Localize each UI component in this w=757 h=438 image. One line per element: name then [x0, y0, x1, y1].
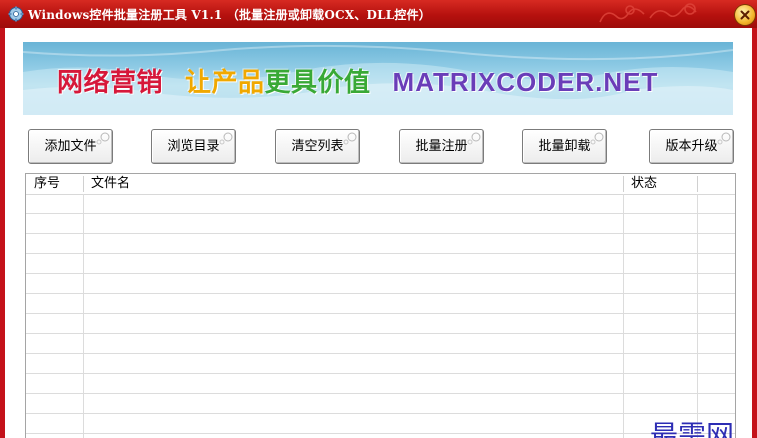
clear-list-button[interactable]: 清空列表	[275, 129, 360, 164]
upgrade-version-label: 版本升级	[665, 139, 718, 154]
app-window: Windows控件批量注册工具 V1.1 （批量注册或卸载OCX、DLL控件）	[0, 0, 757, 438]
batch-unregister-button[interactable]: 批量卸载	[522, 129, 607, 164]
banner-slogan: 网络营销 让产品更具价值 MATRIXCODER.NET	[57, 62, 658, 99]
column-divider[interactable]	[697, 176, 698, 192]
bubble-decoration-icon	[717, 132, 731, 145]
table-row[interactable]	[26, 414, 735, 434]
title-bar[interactable]: Windows控件批量注册工具 V1.1 （批量注册或卸载OCX、DLL控件）	[0, 0, 757, 28]
bubble-decoration-icon	[343, 132, 357, 145]
batch-unregister-label: 批量卸载	[538, 139, 591, 154]
table-row[interactable]	[26, 214, 735, 234]
list-header: 序号 文件名 状态	[26, 174, 735, 195]
table-row[interactable]	[26, 194, 735, 214]
site-watermark: 最需网	[650, 419, 735, 438]
table-row[interactable]	[26, 394, 735, 414]
column-header-filename[interactable]: 文件名	[83, 174, 623, 194]
close-icon	[740, 10, 750, 20]
banner-text-value: 更具价值	[264, 68, 371, 98]
add-file-button[interactable]: 添加文件	[28, 129, 113, 164]
banner-text-site: MATRIXCODER.NET	[392, 67, 659, 97]
batch-register-label: 批量注册	[415, 139, 468, 154]
table-row[interactable]	[26, 254, 735, 274]
bubble-decoration-icon	[219, 132, 233, 145]
close-button[interactable]	[735, 5, 755, 25]
add-file-label: 添加文件	[44, 139, 97, 154]
app-gear-icon	[8, 6, 24, 22]
browse-directory-label: 浏览目录	[167, 139, 220, 154]
table-row[interactable]	[26, 334, 735, 354]
bubble-decoration-icon	[467, 132, 481, 145]
upgrade-version-button[interactable]: 版本升级	[649, 129, 734, 164]
file-list-view[interactable]: 序号 文件名 状态	[25, 173, 736, 438]
table-row[interactable]	[26, 274, 735, 294]
clear-list-label: 清空列表	[291, 139, 344, 154]
bubble-decoration-icon	[96, 132, 110, 145]
bubble-decoration-icon	[590, 132, 604, 145]
table-row[interactable]	[26, 314, 735, 334]
batch-register-button[interactable]: 批量注册	[399, 129, 484, 164]
banner-text-network-marketing: 网络营销	[57, 68, 164, 98]
column-header-index[interactable]: 序号	[26, 174, 83, 194]
cloud-pattern-decoration	[599, 3, 697, 23]
window-title: Windows控件批量注册工具 V1.1 （批量注册或卸载OCX、DLL控件）	[28, 8, 431, 22]
browse-directory-button[interactable]: 浏览目录	[151, 129, 236, 164]
table-row[interactable]	[26, 374, 735, 394]
table-row[interactable]	[26, 234, 735, 254]
table-row[interactable]	[26, 294, 735, 314]
main-panel: 网络营销 让产品更具价值 MATRIXCODER.NET 添加文件 浏览目录 清空列…	[5, 28, 752, 438]
banner-text-product: 让产品	[185, 68, 265, 98]
column-header-status[interactable]: 状态	[623, 174, 697, 194]
advertising-banner[interactable]: 网络营销 让产品更具价值 MATRIXCODER.NET	[23, 42, 733, 115]
table-row[interactable]	[26, 354, 735, 374]
